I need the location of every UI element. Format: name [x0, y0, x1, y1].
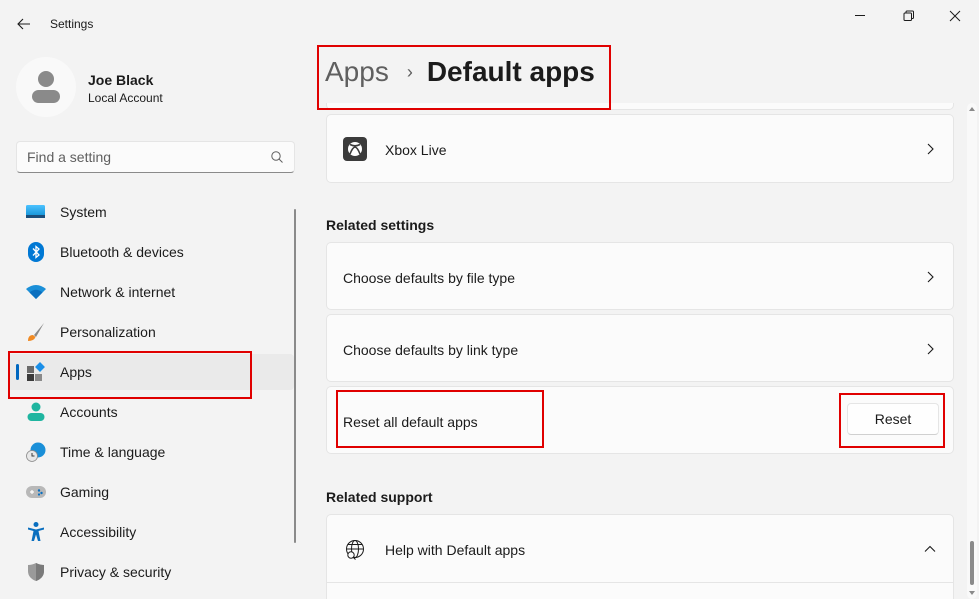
restore-icon: [903, 10, 914, 21]
xbox-live-label: Xbox Live: [385, 142, 447, 158]
sidebar-item-personalization[interactable]: Personalization: [8, 314, 294, 350]
sidebar-item-label: Bluetooth & devices: [60, 244, 184, 260]
sidebar-item-label: Apps: [60, 364, 92, 380]
choose-defaults-file-type-label: Choose defaults by file type: [343, 270, 515, 286]
sidebar-item-network[interactable]: Network & internet: [8, 274, 294, 310]
sidebar-item-accounts[interactable]: Accounts: [8, 394, 294, 430]
user-icon: [32, 71, 60, 103]
brush-icon: [26, 322, 46, 342]
breadcrumb-parent[interactable]: Apps: [325, 56, 389, 88]
reset-default-apps-label: Reset all default apps: [343, 414, 478, 430]
sidebar-item-label: Accessibility: [60, 524, 137, 540]
sidebar-item-label: Gaming: [60, 484, 110, 500]
globe-search-icon: [346, 540, 364, 560]
restore-button[interactable]: [889, 4, 929, 28]
chevron-right-icon: [927, 143, 934, 155]
related-support-title: Related support: [326, 489, 433, 505]
sidebar-item-label: Time & language: [60, 444, 166, 460]
app-title: Settings: [50, 17, 94, 31]
sidebar-item-label: Privacy & security: [60, 564, 172, 580]
sidebar-item-time-language[interactable]: Time & language: [8, 434, 294, 470]
sidebar-item-system[interactable]: System: [8, 194, 294, 230]
divider: [327, 582, 953, 583]
minimize-icon: [855, 15, 865, 16]
shield-icon: [26, 562, 46, 582]
sidebar-nav: System Bluetooth & devices Network & int…: [8, 194, 294, 594]
xbox-live-item[interactable]: Xbox Live: [326, 114, 954, 183]
sidebar-item-label: Accounts: [60, 404, 118, 420]
xbox-icon: [343, 137, 367, 161]
sidebar-item-privacy[interactable]: Privacy & security: [8, 554, 294, 590]
wifi-icon: [26, 282, 46, 302]
avatar[interactable]: [16, 57, 76, 117]
scrollbar-thumb[interactable]: [970, 541, 974, 585]
bluetooth-icon: [26, 242, 46, 262]
chevron-up-icon[interactable]: [923, 542, 937, 556]
sidebar-item-bluetooth[interactable]: Bluetooth & devices: [8, 234, 294, 270]
previous-card-edge: [326, 103, 954, 110]
sidebar-item-label: Personalization: [60, 324, 156, 340]
search-box[interactable]: [16, 141, 295, 173]
reset-default-apps-row: Reset all default apps Reset: [326, 386, 954, 454]
close-button[interactable]: [935, 4, 975, 28]
accounts-icon: [26, 402, 46, 422]
choose-defaults-link-type-label: Choose defaults by link type: [343, 342, 519, 358]
globe-clock-icon: [26, 442, 46, 462]
gamepad-icon: [26, 482, 46, 502]
close-icon: [949, 10, 961, 22]
sidebar-item-label: Network & internet: [60, 284, 176, 300]
choose-defaults-file-type[interactable]: Choose defaults by file type: [326, 242, 954, 310]
user-name: Joe Black: [88, 72, 154, 88]
sidebar-item-accessibility[interactable]: Accessibility: [8, 514, 294, 550]
page-title: Default apps: [426, 56, 595, 87]
scroll-down-arrow-icon[interactable]: [969, 591, 975, 595]
choose-defaults-link-type[interactable]: Choose defaults by link type: [326, 314, 954, 382]
system-icon: [26, 202, 46, 222]
minimize-button[interactable]: [841, 4, 881, 28]
sidebar-item-apps[interactable]: Apps: [8, 354, 294, 390]
sidebar-item-label: System: [60, 204, 107, 220]
sidebar-item-gaming[interactable]: Gaming: [8, 474, 294, 510]
chevron-right-icon: [927, 271, 934, 283]
help-default-apps-expander[interactable]: Help with Default apps: [326, 514, 954, 599]
reset-button[interactable]: Reset: [847, 403, 939, 435]
back-button[interactable]: [12, 12, 36, 36]
account-type: Local Account: [88, 91, 163, 105]
breadcrumb-separator-icon: ›: [406, 61, 413, 82]
search-icon[interactable]: [270, 150, 284, 164]
search-input[interactable]: [17, 142, 257, 172]
title-bar: Settings: [0, 0, 979, 48]
scroll-up-arrow-icon[interactable]: [969, 107, 975, 111]
active-indicator: [16, 364, 19, 380]
accessibility-icon: [26, 522, 46, 542]
help-default-apps-label: Help with Default apps: [385, 542, 526, 558]
main-scrollbar[interactable]: [967, 103, 977, 599]
back-arrow-icon: [17, 18, 30, 30]
sidebar-scrollbar[interactable]: [294, 209, 296, 543]
related-settings-title: Related settings: [326, 217, 435, 233]
apps-icon: [26, 362, 46, 382]
breadcrumb: Apps › Default apps: [325, 56, 595, 88]
chevron-right-icon: [927, 343, 934, 355]
